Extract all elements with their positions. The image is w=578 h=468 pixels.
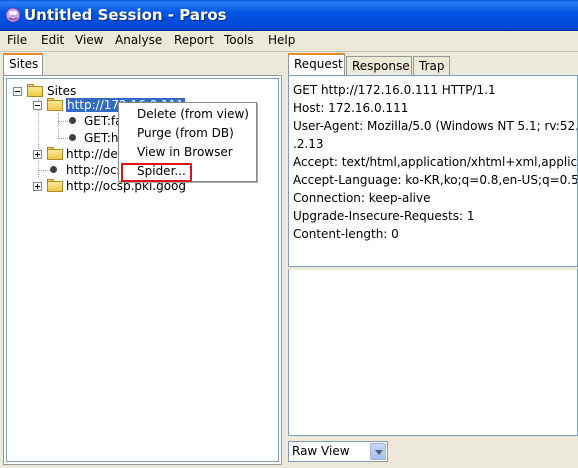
request-node-icon (69, 117, 76, 124)
request-line: Upgrade-Insecure-Requests: 1 (293, 209, 475, 223)
request-line: Host: 172.16.0.111 (293, 101, 409, 115)
title-bar[interactable]: Untitled Session - Paros (0, 0, 578, 31)
menu-view[interactable]: View (75, 33, 103, 47)
tab-response-label: Response (352, 59, 410, 73)
tree-root-sites[interactable]: Sites (47, 84, 76, 98)
tab-trap-label: Trap (419, 59, 445, 73)
request-line: Content-length: 0 (293, 227, 399, 241)
folder-icon (47, 98, 63, 111)
menu-help[interactable]: Help (268, 33, 295, 47)
menu-tools[interactable]: Tools (224, 33, 254, 47)
tree-node-site-2[interactable]: http://det (66, 147, 122, 161)
request-line: Accept-Language: ko-KR,ko;q=0.8,en-US;q=… (293, 173, 578, 187)
request-node-icon (69, 134, 76, 141)
request-node-icon (50, 166, 57, 173)
tab-trap[interactable]: Trap (413, 56, 450, 76)
request-line: User-Agent: Mozilla/5.0 (Windows NT 5.1;… (293, 119, 578, 133)
dropdown-arrow-icon[interactable] (370, 443, 386, 460)
menu-analyse[interactable]: Analyse (115, 33, 162, 47)
tree-node-get-1[interactable]: GET:fa (84, 114, 123, 128)
expand-icon[interactable] (33, 150, 42, 159)
expand-icon[interactable] (33, 182, 42, 191)
request-line: Connection: keep-alive (293, 191, 431, 205)
paros-app-icon (5, 7, 21, 23)
tree-connector (38, 99, 39, 177)
spider-highlight-box (121, 163, 192, 182)
menu-file[interactable]: File (7, 33, 27, 47)
paros-window: Untitled Session - Paros File Edit View … (0, 0, 578, 468)
tab-sites-label: Sites (9, 57, 39, 71)
menu-item-delete[interactable]: Delete (from view) (137, 107, 249, 121)
request-line: .2.13 (293, 137, 324, 151)
tab-sites[interactable]: Sites (3, 53, 43, 75)
request-line: Accept: text/html,application/xhtml+xml,… (293, 155, 578, 169)
request-line: GET http://172.16.0.111 HTTP/1.1 (293, 83, 496, 97)
collapse-icon[interactable] (13, 87, 22, 96)
folder-icon (47, 179, 63, 192)
tab-request[interactable]: Request (288, 53, 345, 75)
folder-icon (27, 84, 43, 97)
tree-connector (38, 170, 50, 171)
tree-node-site-3[interactable]: http://ocs (66, 163, 123, 177)
window-title: Untitled Session - Paros (24, 6, 227, 24)
menu-report[interactable]: Report (174, 33, 214, 47)
request-header-panel[interactable]: GET http://172.16.0.111 HTTP/1.1 Host: 1… (288, 75, 578, 267)
tab-request-label: Request (294, 57, 343, 71)
tree-connector (58, 113, 59, 139)
view-mode-value: Raw View (292, 444, 350, 458)
request-body-panel[interactable] (288, 268, 578, 436)
tree-node-get-2[interactable]: GET:h (84, 131, 119, 145)
menu-item-purge[interactable]: Purge (from DB) (137, 126, 234, 140)
menu-bar: File Edit View Analyse Report Tools Help (0, 31, 578, 51)
menu-item-view-in-browser[interactable]: View in Browser (137, 145, 233, 159)
collapse-icon[interactable] (33, 101, 42, 110)
menu-edit[interactable]: Edit (41, 33, 64, 47)
tab-response[interactable]: Response (346, 56, 412, 76)
folder-icon (47, 147, 63, 160)
menu-separator (0, 51, 578, 52)
view-mode-select[interactable]: Raw View (288, 441, 388, 462)
